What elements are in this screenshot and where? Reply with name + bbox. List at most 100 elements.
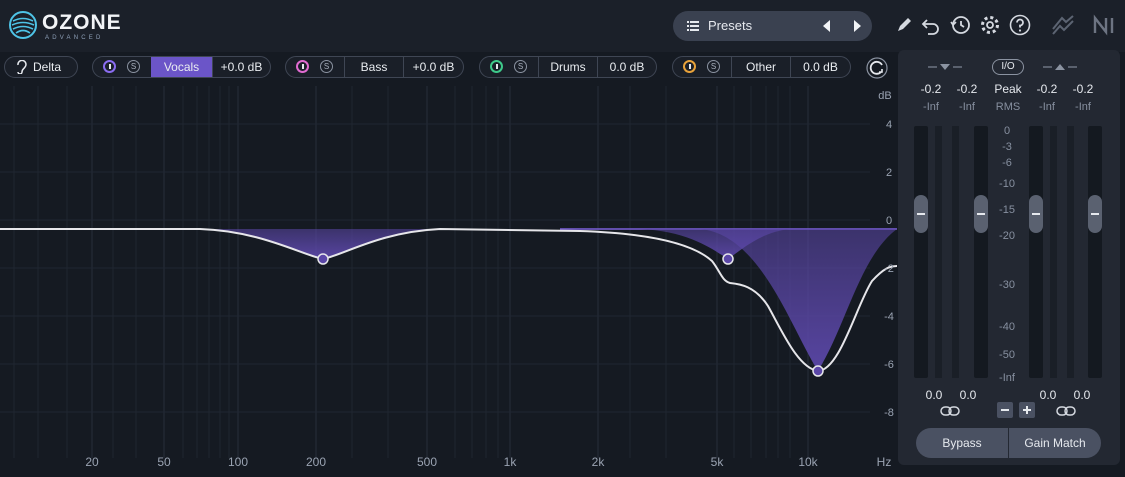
freq-tick-label: 20 bbox=[85, 455, 99, 469]
band-bass[interactable]: S Bass +0.0 dB bbox=[285, 56, 464, 78]
meter-scale-label: -15 bbox=[999, 204, 1015, 216]
pencil-icon[interactable] bbox=[892, 13, 916, 37]
fader-thumb[interactable] bbox=[1088, 195, 1102, 233]
bass-band-label[interactable]: Bass bbox=[345, 57, 403, 77]
meter-scale-label: -6 bbox=[1002, 157, 1012, 169]
bypass-button[interactable]: Bypass bbox=[916, 428, 1008, 458]
band-other[interactable]: S Other 0.0 dB bbox=[672, 56, 851, 78]
vocals-band-label[interactable]: Vocals bbox=[151, 57, 212, 77]
io-meter-panel: I/O -0.2 -0.2 Peak -0.2 -0.2 -Inf -Inf R… bbox=[898, 50, 1120, 465]
drums-gain-value[interactable]: 0.0 dB bbox=[598, 57, 656, 77]
ozone-logo: OZONE ADVANCED bbox=[8, 8, 128, 42]
db-tick-label: 4 bbox=[886, 119, 892, 131]
vocals-solo-button[interactable]: S bbox=[127, 60, 140, 73]
next-preset-icon[interactable] bbox=[850, 19, 864, 33]
freq-tick-label: 200 bbox=[306, 455, 326, 469]
bass-gain-value[interactable]: +0.0 dB bbox=[404, 57, 463, 77]
delta-button[interactable]: Delta bbox=[4, 56, 78, 78]
auto-listen-icon[interactable] bbox=[866, 57, 888, 79]
meter-scale-label: -20 bbox=[999, 230, 1015, 242]
list-icon bbox=[687, 21, 699, 31]
other-enable-toggle[interactable] bbox=[683, 60, 696, 73]
eq-display[interactable]: dB 4 2 0 -2 -4 -6 -8 20 50 100 200 500 1… bbox=[0, 86, 898, 472]
fader-thumb[interactable] bbox=[914, 195, 928, 233]
help-icon[interactable] bbox=[1008, 13, 1032, 37]
input-gain-fader-left[interactable] bbox=[914, 126, 928, 378]
input-gain-left[interactable]: 0.0 bbox=[916, 388, 952, 402]
eq-graph[interactable]: dB 4 2 0 -2 -4 -6 -8 20 50 100 200 500 1… bbox=[0, 86, 898, 472]
input-meter-right bbox=[952, 126, 959, 378]
output-meter-left bbox=[1050, 126, 1057, 378]
vocals-gain-value[interactable]: +0.0 dB bbox=[213, 57, 270, 77]
output-peak-right: -0.2 bbox=[1072, 82, 1094, 96]
input-link-icon[interactable] bbox=[940, 405, 960, 417]
output-rms-right: -Inf bbox=[1075, 101, 1091, 113]
db-tick-label: -6 bbox=[884, 359, 894, 371]
db-unit-label: dB bbox=[878, 90, 891, 102]
output-gain-fader-right[interactable] bbox=[1088, 126, 1102, 378]
freq-tick-label: 5k bbox=[711, 455, 725, 469]
db-tick-label: 0 bbox=[886, 215, 892, 227]
bass-solo-button[interactable]: S bbox=[320, 60, 333, 73]
db-tick-label: -4 bbox=[884, 311, 894, 323]
eq-node[interactable] bbox=[722, 253, 734, 265]
plus-icon[interactable] bbox=[1019, 402, 1035, 418]
history-icon[interactable] bbox=[948, 13, 972, 37]
freq-tick-label: 10k bbox=[798, 455, 818, 469]
db-tick-label: 2 bbox=[886, 167, 892, 179]
input-meter-left bbox=[935, 126, 942, 378]
previous-preset-icon[interactable] bbox=[820, 19, 834, 33]
other-band-label[interactable]: Other bbox=[732, 57, 790, 77]
eq-node[interactable] bbox=[317, 253, 329, 265]
frequency-grid bbox=[0, 86, 870, 458]
presets-label[interactable]: Presets bbox=[708, 18, 752, 33]
fader-thumb[interactable] bbox=[1029, 195, 1043, 233]
drums-enable-toggle[interactable] bbox=[490, 60, 503, 73]
other-solo-button[interactable]: S bbox=[707, 60, 720, 73]
db-tick-label: -8 bbox=[884, 407, 894, 419]
drums-band-label[interactable]: Drums bbox=[539, 57, 597, 77]
output-gain-fader-left[interactable] bbox=[1029, 126, 1043, 378]
band-drums[interactable]: S Drums 0.0 dB bbox=[479, 56, 657, 78]
presets-bar[interactable]: Presets bbox=[673, 11, 872, 41]
meter-scale-label: 0 bbox=[1003, 125, 1011, 137]
gear-icon[interactable] bbox=[978, 13, 1002, 37]
undo-icon[interactable] bbox=[919, 13, 943, 37]
rms-label: RMS bbox=[995, 101, 1021, 113]
ozone-connect-icon[interactable] bbox=[1050, 13, 1076, 37]
input-rms-left: -Inf bbox=[923, 101, 939, 113]
output-rms-left: -Inf bbox=[1039, 101, 1055, 113]
input-gain-fader-right[interactable] bbox=[974, 126, 988, 378]
input-collapse-icon[interactable] bbox=[928, 62, 962, 72]
vocals-enable-toggle[interactable] bbox=[103, 60, 116, 73]
app-name: OZONE bbox=[42, 11, 122, 34]
output-link-icon[interactable] bbox=[1056, 405, 1076, 417]
other-gain-value[interactable]: 0.0 dB bbox=[791, 57, 850, 77]
native-instruments-logo-icon bbox=[1093, 14, 1114, 36]
input-rms-right: -Inf bbox=[959, 101, 975, 113]
app-edition: ADVANCED bbox=[45, 35, 104, 41]
output-meter-right bbox=[1067, 126, 1074, 378]
meter-scale-label: -Inf bbox=[999, 372, 1015, 384]
output-gain-right[interactable]: 0.0 bbox=[1064, 388, 1100, 402]
meter-scale-label: -40 bbox=[999, 321, 1015, 333]
bass-enable-toggle[interactable] bbox=[296, 60, 309, 73]
band-vocals[interactable]: S Vocals +0.0 dB bbox=[92, 56, 271, 78]
minus-icon[interactable] bbox=[997, 402, 1013, 418]
band-strip: Delta S Vocals +0.0 dB S Bass +0.0 dB S … bbox=[0, 52, 897, 86]
freq-tick-label: 50 bbox=[157, 455, 171, 469]
db-tick-label: -2 bbox=[884, 263, 894, 275]
output-peak-left: -0.2 bbox=[1036, 82, 1058, 96]
output-collapse-icon[interactable] bbox=[1043, 62, 1077, 72]
meter-scale-label: -50 bbox=[999, 349, 1015, 361]
io-toggle[interactable]: I/O bbox=[992, 59, 1024, 75]
input-gain-right[interactable]: 0.0 bbox=[950, 388, 986, 402]
fader-thumb[interactable] bbox=[974, 195, 988, 233]
drums-solo-button[interactable]: S bbox=[514, 60, 527, 73]
gain-match-button[interactable]: Gain Match bbox=[1009, 428, 1101, 458]
freq-tick-label: 2k bbox=[592, 455, 606, 469]
output-gain-left[interactable]: 0.0 bbox=[1030, 388, 1066, 402]
meter-scale-label: -3 bbox=[1002, 141, 1012, 153]
meter-scale-label: -30 bbox=[999, 279, 1015, 291]
eq-node[interactable] bbox=[812, 365, 824, 377]
